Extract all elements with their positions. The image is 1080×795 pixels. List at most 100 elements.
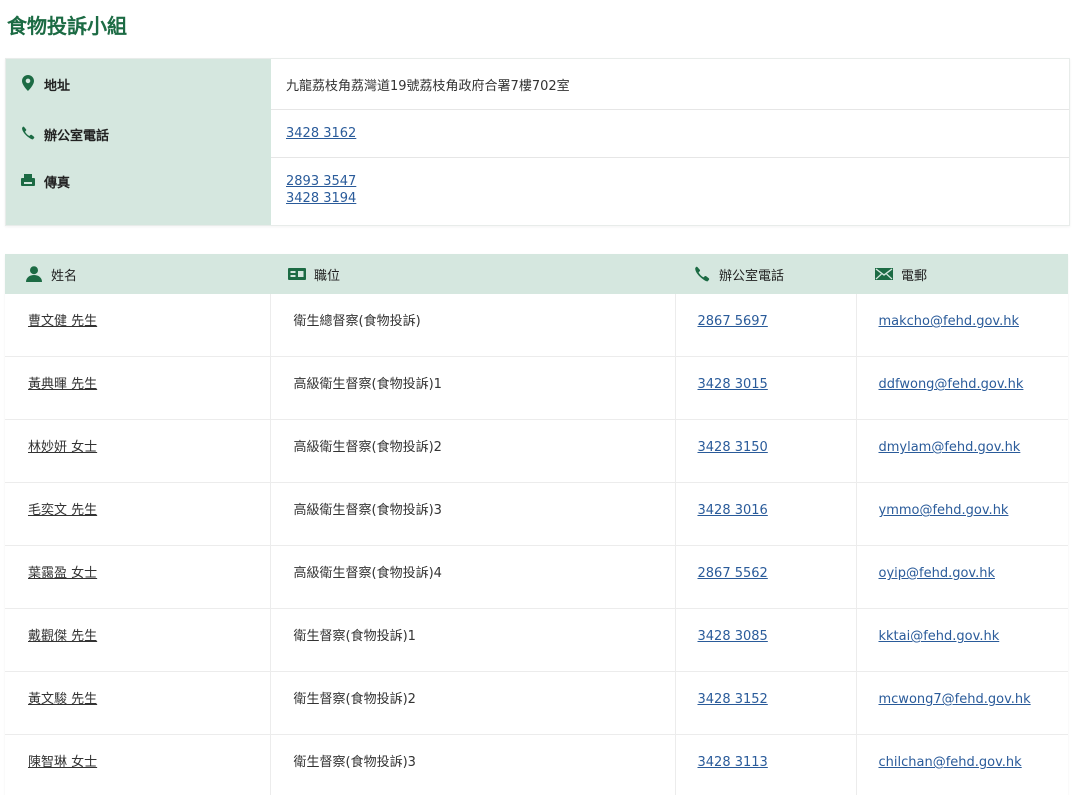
staff-position: 衛生督察(食物投訴)1 [293, 629, 416, 644]
staff-phone-link[interactable]: 3428 3085 [698, 629, 768, 644]
staff-position: 高級衛生督察(食物投訴)1 [293, 377, 442, 392]
header-name-label: 姓名 [51, 268, 78, 284]
info-row-fax: 傳真 2893 3547 3428 3194 [6, 157, 1069, 225]
table-row: 毛奕文 先生 高級衛生督察(食物投訴)3 3428 3016 ymmo@fehd… [5, 482, 1068, 546]
staff-email-link[interactable]: chilchan@fehd.gov.hk [879, 755, 1022, 770]
table-row: 陳智琳 女士 衛生督察(食物投訴)3 3428 3113 chilchan@fe… [5, 734, 1068, 795]
cell-position: 高級衛生督察(食物投訴)2 [270, 419, 676, 483]
info-row-address: 地址 九龍荔枝角荔灣道19號荔枝角政府合署7樓702室 [6, 59, 1069, 110]
cell-name: 毛奕文 先生 [5, 482, 271, 546]
header-position: 職位 [270, 254, 675, 294]
office-phone-value: 3428 3162 [271, 109, 1069, 157]
staff-position: 高級衛生督察(食物投訴)4 [293, 566, 442, 581]
staff-name-link[interactable]: 黃典暉 先生 [28, 377, 97, 392]
staff-name-link[interactable]: 黃文駿 先生 [28, 692, 97, 707]
page: 食物投訴小組 地址 九龍荔枝角荔灣道19號荔枝角政府合署7樓702室 辦公室電話… [0, 0, 1080, 795]
cell-name: 戴觀傑 先生 [5, 608, 271, 672]
cell-phone: 3428 3015 [675, 356, 857, 420]
cell-phone: 3428 3150 [675, 419, 857, 483]
staff-name-link[interactable]: 林妙妍 女士 [28, 440, 97, 455]
staff-phone-link[interactable]: 2867 5562 [698, 566, 768, 581]
staff-email-link[interactable]: dmylam@fehd.gov.hk [879, 440, 1021, 455]
info-label-fax: 傳真 [6, 157, 271, 225]
cell-name: 黃文駿 先生 [5, 671, 271, 735]
staff-name-link[interactable]: 陳智琳 女士 [28, 755, 97, 770]
cell-email: ymmo@fehd.gov.hk [856, 482, 1068, 546]
cell-phone: 3428 3085 [675, 608, 857, 672]
fax-link-1[interactable]: 2893 3547 [286, 173, 1069, 190]
address-label: 地址 [44, 79, 71, 94]
cell-email: kktai@fehd.gov.hk [856, 608, 1068, 672]
header-phone-label: 辦公室電話 [719, 268, 785, 284]
phone-icon [20, 125, 36, 141]
info-label-address: 地址 [6, 59, 271, 109]
cell-name: 林妙妍 女士 [5, 419, 271, 483]
table-row: 戴觀傑 先生 衛生督察(食物投訴)1 3428 3085 kktai@fehd.… [5, 608, 1068, 672]
id-card-icon [288, 266, 306, 282]
table-row: 曹文健 先生 衛生總督察(食物投訴) 2867 5697 makcho@fehd… [5, 294, 1068, 357]
table-row: 葉靄盈 女士 高級衛生督察(食物投訴)4 2867 5562 oyip@fehd… [5, 545, 1068, 609]
staff-email-link[interactable]: ymmo@fehd.gov.hk [879, 503, 1009, 518]
office-phone-label: 辦公室電話 [44, 129, 110, 144]
header-email-label: 電郵 [901, 268, 928, 284]
cell-email: makcho@fehd.gov.hk [856, 294, 1068, 357]
staff-position: 衛生總督察(食物投訴) [293, 314, 421, 329]
map-pin-icon [20, 75, 36, 91]
staff-position: 衛生督察(食物投訴)3 [293, 755, 416, 770]
address-value: 九龍荔枝角荔灣道19號荔枝角政府合署7樓702室 [286, 79, 570, 94]
staff-email-link[interactable]: mcwong7@fehd.gov.hk [879, 692, 1031, 707]
page-title: 食物投訴小組 [7, 14, 127, 38]
staff-name-link[interactable]: 葉靄盈 女士 [28, 566, 97, 581]
staff-phone-link[interactable]: 3428 3150 [698, 440, 768, 455]
cell-name: 黃典暉 先生 [5, 356, 271, 420]
phone-icon [693, 266, 711, 282]
staff-position: 高級衛生督察(食物投訴)2 [293, 440, 442, 455]
staff-phone-link[interactable]: 3428 3113 [698, 755, 768, 770]
envelope-icon [875, 266, 893, 282]
contact-info-card: 地址 九龍荔枝角荔灣道19號荔枝角政府合署7樓702室 辦公室電話 3428 3… [5, 58, 1070, 226]
fax-link-2[interactable]: 3428 3194 [286, 190, 1069, 207]
table-row: 黃典暉 先生 高級衛生督察(食物投訴)1 3428 3015 ddfwong@f… [5, 356, 1068, 420]
cell-email: oyip@fehd.gov.hk [856, 545, 1068, 609]
cell-position: 高級衛生督察(食物投訴)4 [270, 545, 676, 609]
table-header-row: 姓名 職位 辦公室電話 電郵 [5, 254, 1068, 294]
staff-phone-link[interactable]: 3428 3016 [698, 503, 768, 518]
info-label-office-phone: 辦公室電話 [6, 109, 271, 157]
cell-phone: 2867 5562 [675, 545, 857, 609]
staff-phone-link[interactable]: 2867 5697 [698, 314, 768, 329]
cell-email: dmylam@fehd.gov.hk [856, 419, 1068, 483]
fax-icon [20, 172, 36, 188]
cell-position: 衛生總督察(食物投訴) [270, 294, 676, 357]
staff-name-link[interactable]: 毛奕文 先生 [28, 503, 97, 518]
staff-position: 衛生督察(食物投訴)2 [293, 692, 416, 707]
table-row: 林妙妍 女士 高級衛生督察(食物投訴)2 3428 3150 dmylam@fe… [5, 419, 1068, 483]
staff-email-link[interactable]: oyip@fehd.gov.hk [879, 566, 996, 581]
cell-phone: 3428 3016 [675, 482, 857, 546]
staff-phone-link[interactable]: 3428 3015 [698, 377, 768, 392]
cell-name: 曹文健 先生 [5, 294, 271, 357]
cell-email: ddfwong@fehd.gov.hk [856, 356, 1068, 420]
cell-email: chilchan@fehd.gov.hk [856, 734, 1068, 795]
cell-position: 高級衛生督察(食物投訴)3 [270, 482, 676, 546]
table-row: 黃文駿 先生 衛生督察(食物投訴)2 3428 3152 mcwong7@feh… [5, 671, 1068, 735]
header-position-label: 職位 [314, 268, 341, 284]
staff-email-link[interactable]: kktai@fehd.gov.hk [879, 629, 1000, 644]
staff-name-link[interactable]: 戴觀傑 先生 [28, 629, 97, 644]
cell-position: 衛生督察(食物投訴)3 [270, 734, 676, 795]
fax-label: 傳真 [44, 176, 71, 191]
staff-position: 高級衛生督察(食物投訴)3 [293, 503, 442, 518]
staff-email-link[interactable]: ddfwong@fehd.gov.hk [879, 377, 1024, 392]
info-row-office-phone: 辦公室電話 3428 3162 [6, 109, 1069, 158]
staff-name-link[interactable]: 曹文健 先生 [28, 314, 97, 329]
cell-phone: 2867 5697 [675, 294, 857, 357]
staff-email-link[interactable]: makcho@fehd.gov.hk [879, 314, 1020, 329]
cell-position: 衛生督察(食物投訴)1 [270, 608, 676, 672]
cell-position: 衛生督察(食物投訴)2 [270, 671, 676, 735]
staff-table: 姓名 職位 辦公室電話 電郵 曹文健 先生 衛生總督察(食物投訴) 2867 5… [5, 254, 1068, 795]
cell-email: mcwong7@fehd.gov.hk [856, 671, 1068, 735]
header-email: 電郵 [856, 254, 1068, 294]
cell-phone: 3428 3152 [675, 671, 857, 735]
office-phone-link[interactable]: 3428 3162 [286, 125, 1069, 142]
staff-phone-link[interactable]: 3428 3152 [698, 692, 768, 707]
header-phone: 辦公室電話 [675, 254, 856, 294]
